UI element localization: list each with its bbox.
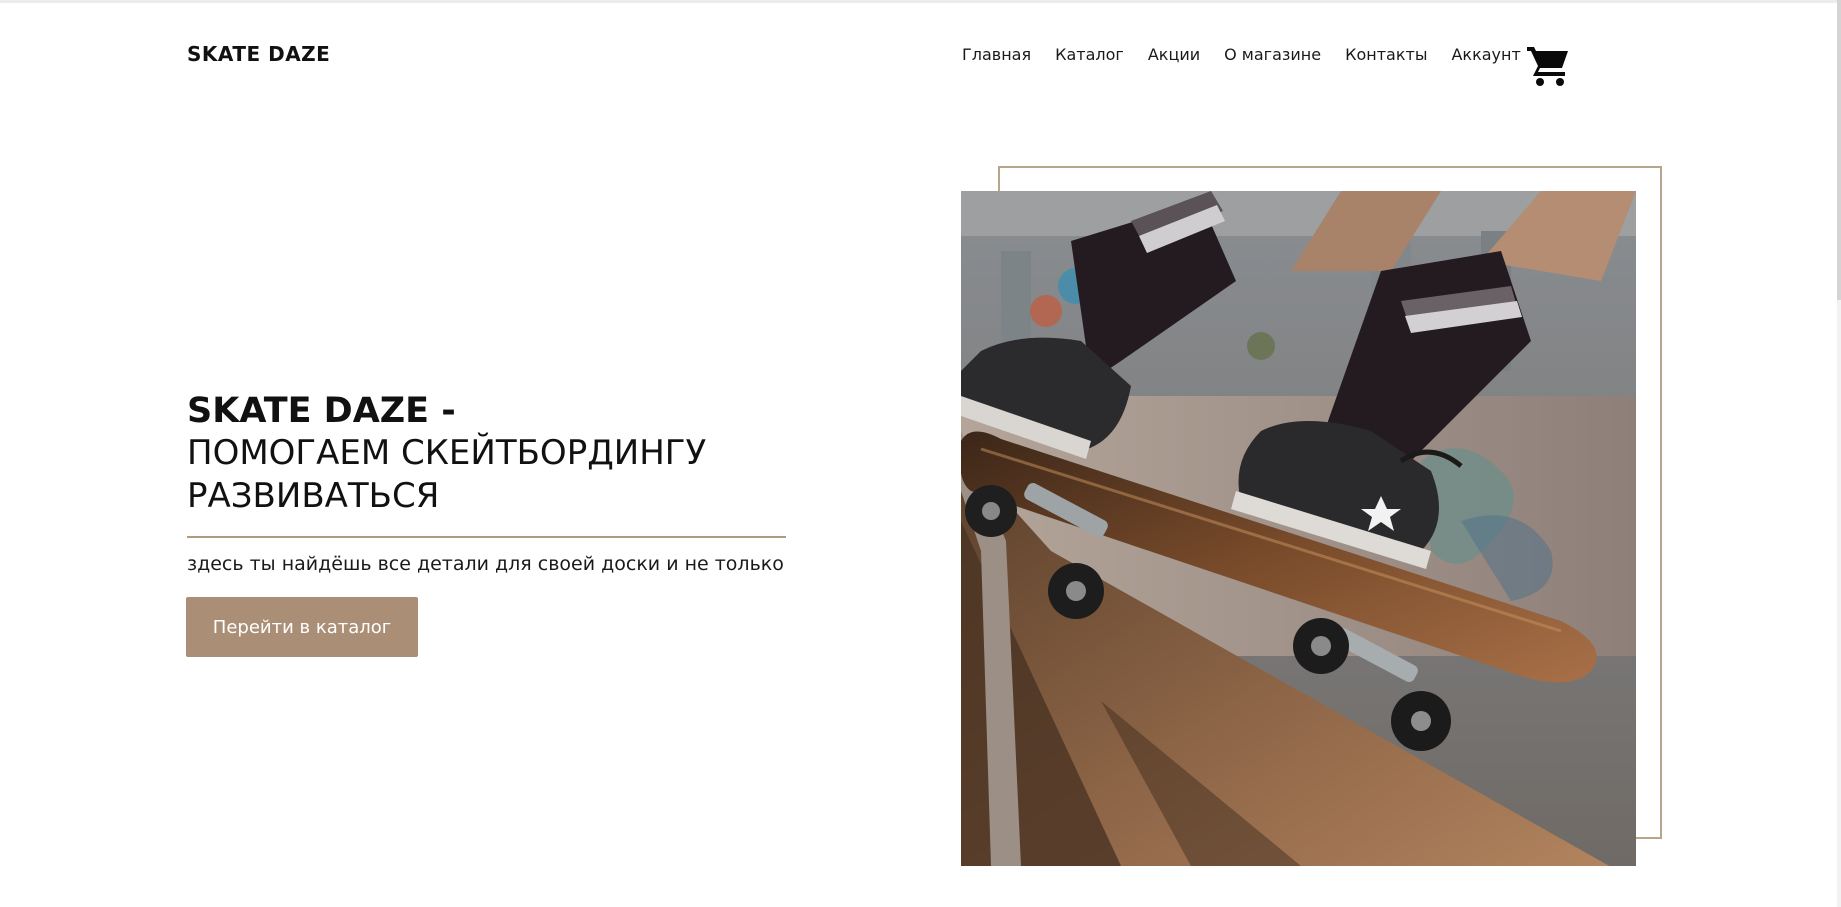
site-logo[interactable]: SKATE DAZE [187,42,330,66]
page: SKATE DAZE Главная Каталог Акции О магаз… [0,0,1841,907]
hero-heading: SKATE DAZE - ПОМОГАЕМ СКЕЙТБОРДИНГУ РАЗВ… [187,390,787,518]
nav-item-home[interactable]: Главная [962,45,1031,64]
hero-brand: SKATE DAZE - [187,391,456,431]
nav-item-contacts[interactable]: Контакты [1345,45,1427,64]
top-border [0,0,1841,3]
page-scrollbar[interactable] [1837,0,1841,907]
hero-subtitle: здесь ты найдёшь все детали для своей до… [187,553,784,575]
hero-tagline-line-1: ПОМОГАЕМ СКЕЙТБОРДИНГУ [187,433,707,473]
hero-skateboard-photo [961,191,1636,866]
go-to-catalog-button[interactable]: Перейти в каталог [186,597,418,657]
nav-item-about[interactable]: О магазине [1224,45,1321,64]
main-nav: Главная Каталог Акции О магазине Контакт… [962,45,1545,64]
hero-divider [187,536,786,538]
nav-item-account[interactable]: Аккаунт [1451,45,1520,64]
scrollbar-thumb[interactable] [1837,0,1841,300]
nav-item-promotions[interactable]: Акции [1148,45,1200,64]
nav-item-catalog[interactable]: Каталог [1055,45,1124,64]
shopping-cart-icon[interactable] [1525,42,1571,88]
hero-tagline-line-2: РАЗВИВАТЬСЯ [187,476,440,516]
